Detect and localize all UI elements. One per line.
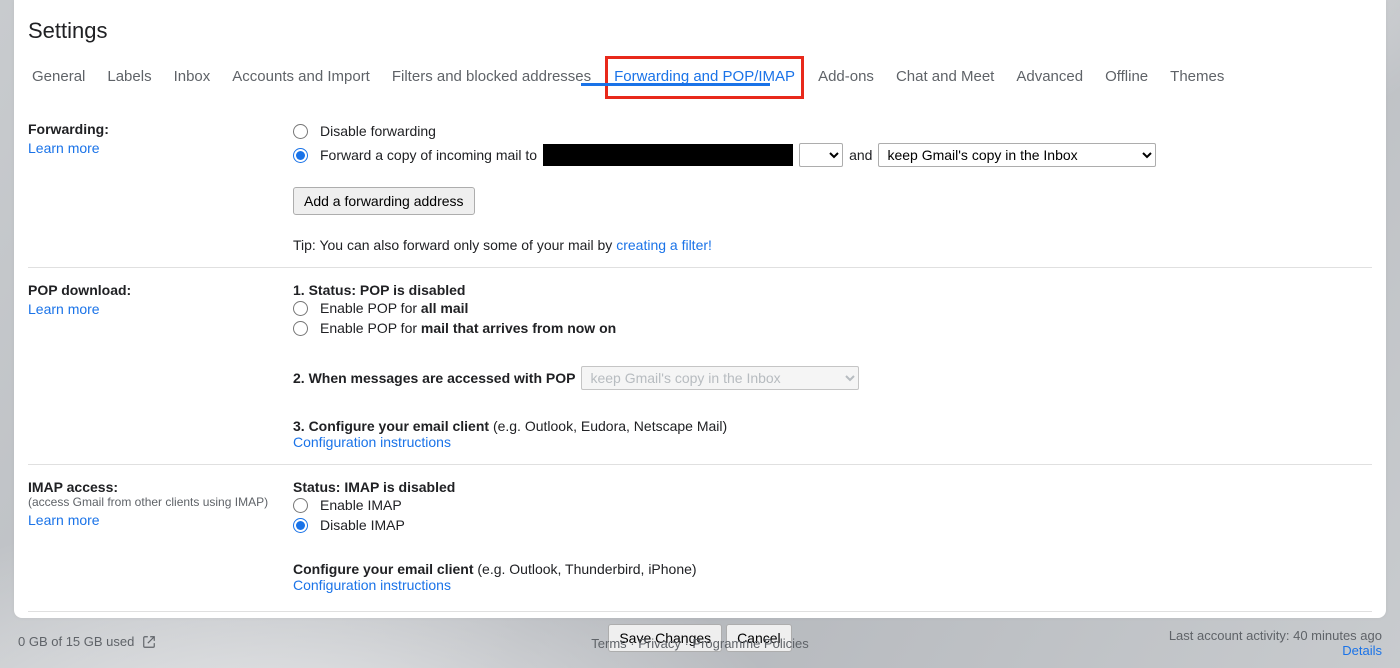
create-filter-link[interactable]: creating a filter!: [616, 237, 712, 253]
label-disable-imap[interactable]: Disable IMAP: [320, 517, 405, 533]
tab-advanced[interactable]: Advanced: [1008, 56, 1091, 99]
active-tab-underline: [581, 83, 770, 86]
tab-forwarding-pop-imap[interactable]: Forwarding and POP/IMAP: [605, 56, 804, 99]
pop-learn-more-link[interactable]: Learn more: [28, 301, 100, 317]
pop-when-label: 2. When messages are accessed with POP: [293, 370, 575, 386]
pop-configure-bold: 3. Configure your email client: [293, 418, 493, 434]
pop-status-value: POP is disabled: [360, 282, 466, 298]
tab-themes[interactable]: Themes: [1162, 56, 1232, 99]
pop-configure-rest: (e.g. Outlook, Eudora, Netscape Mail): [493, 418, 727, 434]
pop-configure: 3. Configure your email client (e.g. Out…: [293, 418, 1372, 434]
tab-inbox[interactable]: Inbox: [166, 56, 219, 99]
radio-disable-imap[interactable]: [293, 518, 308, 533]
label-disable-forwarding[interactable]: Disable forwarding: [320, 123, 436, 139]
pop-configuration-link[interactable]: Configuration instructions: [293, 434, 451, 450]
status-bar: 0 GB of 15 GB used Terms · Privacy · Pro…: [14, 618, 1386, 668]
radio-disable-forwarding[interactable]: [293, 124, 308, 139]
pop-all-bold: all mail: [421, 300, 468, 316]
tab-labels[interactable]: Labels: [99, 56, 159, 99]
label-pop-from-now[interactable]: Enable POP for mail that arrives from no…: [320, 320, 616, 336]
radio-forward-copy[interactable]: [293, 148, 308, 163]
imap-status: Status: IMAP is disabled: [293, 479, 1372, 495]
label-forward-copy[interactable]: Forward a copy of incoming mail to: [320, 147, 537, 163]
pop-now-prefix: Enable POP for: [320, 320, 421, 336]
terms-link[interactable]: Terms: [591, 636, 626, 651]
tab-accounts[interactable]: Accounts and Import: [224, 56, 378, 99]
tab-chat[interactable]: Chat and Meet: [888, 56, 1002, 99]
add-forwarding-address-button[interactable]: Add a forwarding address: [293, 187, 475, 215]
forwarding-heading: Forwarding:: [28, 121, 293, 137]
forwarding-tip: Tip: You can also forward only some of y…: [293, 237, 1372, 253]
section-imap: IMAP access: (access Gmail from other cl…: [28, 465, 1372, 608]
radio-enable-imap[interactable]: [293, 498, 308, 513]
pop-now-bold: mail that arrives from now on: [421, 320, 616, 336]
imap-subheading: (access Gmail from other clients using I…: [28, 495, 293, 509]
section-forwarding: Forwarding: Learn more Disable forwardin…: [28, 107, 1372, 268]
pop-heading: POP download:: [28, 282, 293, 298]
imap-status-value: IMAP is disabled: [344, 479, 455, 495]
tab-general[interactable]: General: [24, 56, 93, 99]
pop-status-prefix: 1. Status:: [293, 282, 360, 298]
settings-tabs: General Labels Inbox Accounts and Import…: [14, 52, 1386, 100]
pop-all-prefix: Enable POP for: [320, 300, 421, 316]
tab-filters[interactable]: Filters and blocked addresses: [384, 56, 599, 99]
imap-heading: IMAP access:: [28, 479, 293, 495]
forwarding-and-text: and: [849, 147, 872, 163]
forwarding-learn-more-link[interactable]: Learn more: [28, 140, 100, 156]
pop-status: 1. Status: POP is disabled: [293, 282, 1372, 298]
imap-status-prefix: Status:: [293, 479, 344, 495]
privacy-link[interactable]: Privacy: [638, 636, 681, 651]
imap-configure-rest: (e.g. Outlook, Thunderbird, iPhone): [477, 561, 696, 577]
forwarding-email-redacted: [543, 144, 793, 166]
pop-action-select: keep Gmail's copy in the Inbox: [581, 366, 859, 390]
forwarding-address-select[interactable]: [799, 143, 843, 167]
forwarding-tip-text: Tip: You can also forward only some of y…: [293, 237, 616, 253]
pop-when-row: 2. When messages are accessed with POP k…: [293, 364, 1372, 392]
settings-panel: Settings General Labels Inbox Accounts a…: [14, 0, 1386, 618]
radio-pop-all-mail[interactable]: [293, 301, 308, 316]
imap-configuration-link[interactable]: Configuration instructions: [293, 577, 451, 593]
section-pop: POP download: Learn more 1. Status: POP …: [28, 268, 1372, 465]
tab-offline[interactable]: Offline: [1097, 56, 1156, 99]
tab-addons[interactable]: Add-ons: [810, 56, 882, 99]
label-pop-all-mail[interactable]: Enable POP for all mail: [320, 300, 468, 316]
forwarding-action-select[interactable]: keep Gmail's copy in the Inbox: [878, 143, 1156, 167]
radio-pop-from-now[interactable]: [293, 321, 308, 336]
imap-learn-more-link[interactable]: Learn more: [28, 512, 100, 528]
imap-configure: Configure your email client (e.g. Outloo…: [293, 561, 1372, 577]
imap-configure-bold: Configure your email client: [293, 561, 477, 577]
policies-link[interactable]: Programme Policies: [692, 636, 808, 651]
label-enable-imap[interactable]: Enable IMAP: [320, 497, 402, 513]
settings-content: Forwarding: Learn more Disable forwardin…: [14, 100, 1386, 668]
page-title: Settings: [14, 0, 1386, 52]
footer-links: Terms · Privacy · Programme Policies: [14, 636, 1386, 651]
